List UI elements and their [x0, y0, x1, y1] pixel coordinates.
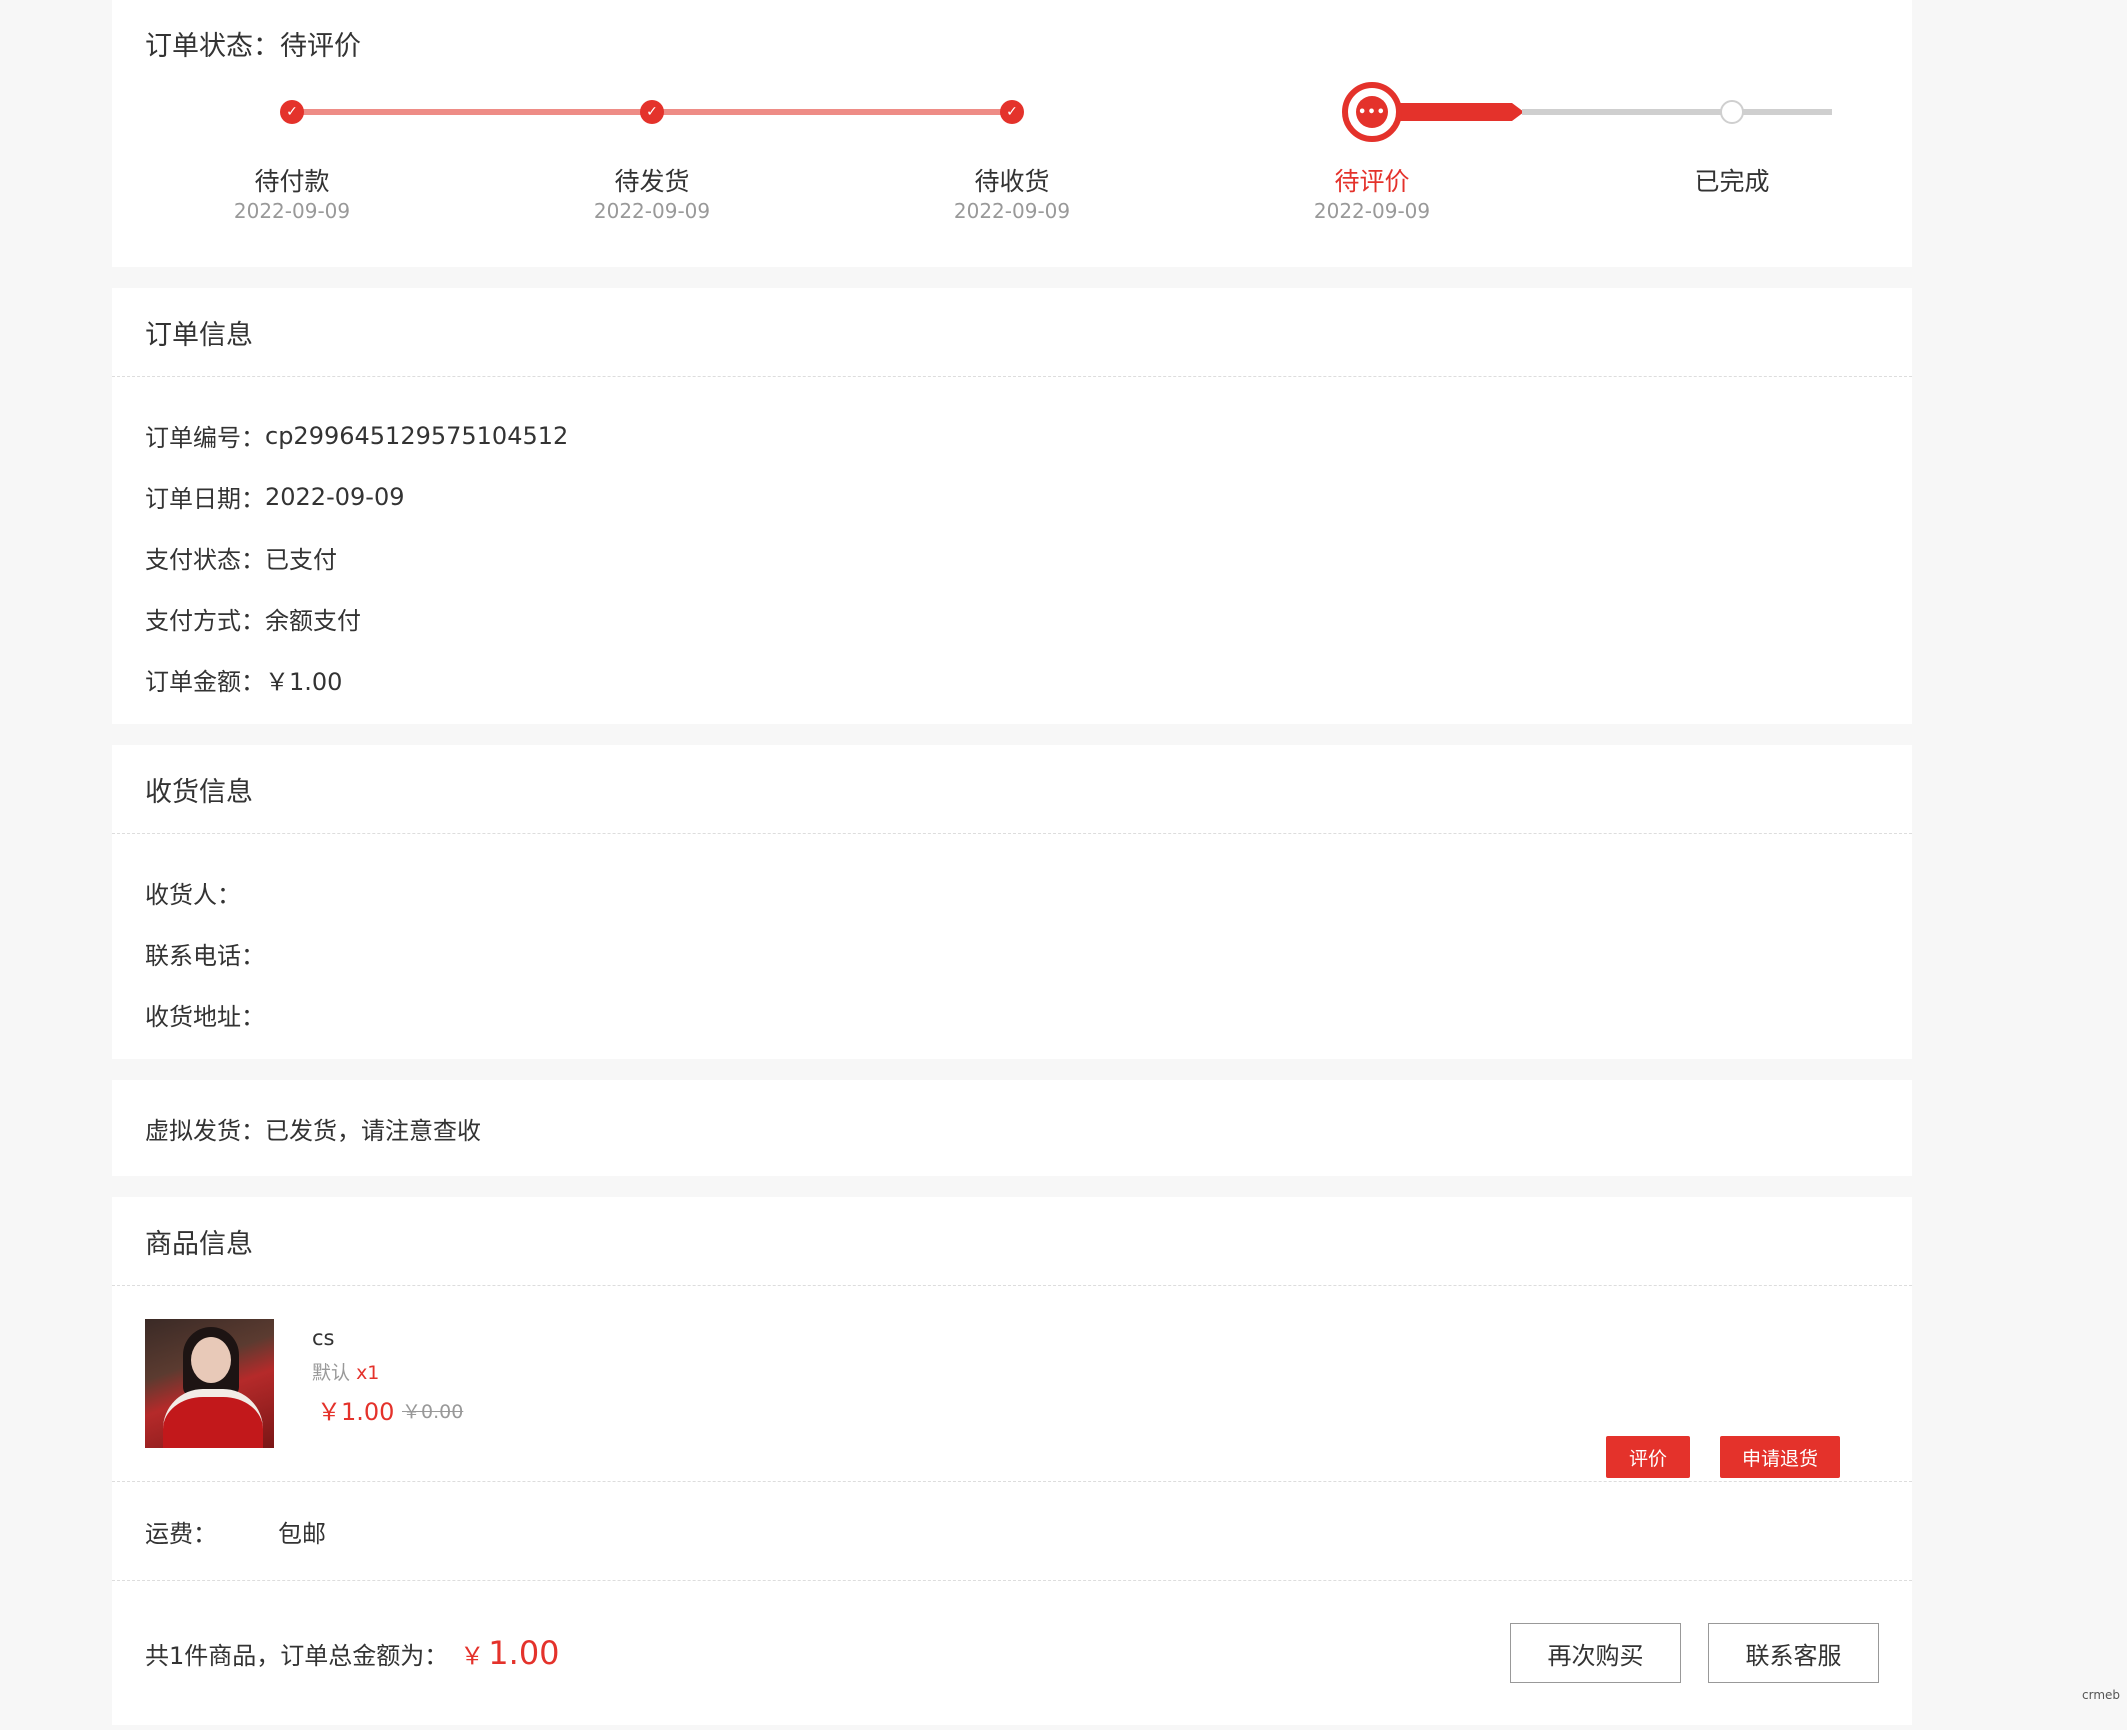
order-total-value: 1.00: [488, 1634, 560, 1672]
step-4-date: 2022-09-09: [1313, 199, 1431, 223]
product-row: cs 默认 x1 ￥1.00 ￥0.00 评价 申请退货: [112, 1286, 1912, 1482]
product-original-price: ￥0.00: [402, 1401, 464, 1423]
product-spec: 默认 x1: [312, 1358, 379, 1385]
product-name[interactable]: cs: [312, 1326, 335, 1350]
step-2-label: 待发货: [614, 167, 690, 196]
shipping-row: 运费： 包邮: [112, 1482, 1912, 1581]
product-qty: x1: [356, 1362, 380, 1384]
step-1-check-icon: ✓: [280, 100, 304, 124]
step-1-label: 待付款: [254, 167, 330, 196]
product-image[interactable]: [145, 1319, 274, 1448]
step-4-label: 待评价: [1334, 167, 1410, 196]
step-2-date: 2022-09-09: [593, 199, 711, 223]
virtual-delivery-card: 虚拟发货： 已发货，请注意查收: [112, 1080, 1912, 1176]
virtual-delivery-value: 已发货，请注意查收: [265, 1116, 481, 1145]
order-amount-value: ￥1.00: [265, 668, 343, 696]
order-status-card: 订单状态：待评价 ✓ ✓ ✓ ••• 待付款 2022-09-09 待发货 20…: [112, 0, 1912, 267]
order-progress: ✓ ✓ ✓ ••• 待付款 2022-09-09 待发货 2022-09-09 …: [112, 0, 1912, 267]
order-info-card: 订单信息 订单编号： cp299645129575104512 订单日期： 20…: [112, 288, 1912, 724]
address-label: 收货地址：: [145, 1003, 265, 1031]
address-row: 收货地址：: [145, 984, 1879, 1045]
rebuy-button[interactable]: 再次购买: [1510, 1623, 1681, 1683]
order-number-label: 订单编号：: [145, 424, 265, 452]
phone-label: 联系电话：: [145, 942, 265, 970]
shipping-label: 运费：: [145, 1519, 217, 1548]
step-3-date: 2022-09-09: [953, 199, 1071, 223]
step-5-label: 已完成: [1694, 167, 1770, 196]
goods-info-heading: 商品信息: [112, 1197, 1912, 1286]
order-total-amount: ￥ 1.00: [460, 1634, 559, 1672]
product-price: ￥1.00: [317, 1398, 395, 1426]
step-1-date: 2022-09-09: [233, 199, 351, 223]
step-3-check-icon: ✓: [1000, 100, 1024, 124]
step-5-pending-icon: [1720, 100, 1744, 124]
order-number-row: 订单编号： cp299645129575104512: [145, 405, 1879, 466]
shipping-value: 包邮: [278, 1519, 326, 1548]
receiver-row: 收货人：: [145, 862, 1879, 923]
refund-button[interactable]: 申请退货: [1720, 1436, 1840, 1478]
order-date-row: 订单日期： 2022-09-09: [145, 466, 1879, 527]
delivery-info-heading: 收货信息: [112, 745, 1912, 834]
pay-method-row: 支付方式： 余额支付: [145, 588, 1879, 649]
step-4-comment-icon: •••: [1342, 82, 1402, 142]
contact-service-button[interactable]: 联系客服: [1708, 1623, 1879, 1683]
order-amount-label: 订单金额：: [145, 668, 265, 696]
step-3-label: 待收货: [974, 167, 1050, 196]
receiver-label: 收货人：: [145, 881, 241, 909]
product-spec-value: 默认: [312, 1362, 351, 1384]
pay-status-value: 已支付: [265, 546, 337, 574]
phone-row: 联系电话：: [145, 923, 1879, 984]
order-info-heading: 订单信息: [112, 288, 1912, 377]
pay-method-value: 余额支付: [265, 607, 361, 635]
order-date-value: 2022-09-09: [265, 482, 405, 511]
progress-line-pending: [1522, 109, 1832, 115]
virtual-delivery-label: 虚拟发货：: [145, 1116, 265, 1145]
step-2-check-icon: ✓: [640, 100, 664, 124]
order-total-label: 共1件商品，订单总金额为：: [145, 1641, 449, 1670]
order-number-value: cp299645129575104512: [265, 421, 569, 450]
delivery-info-card: 收货信息 收货人： 联系电话： 收货地址：: [112, 745, 1912, 1059]
order-total-currency: ￥: [460, 1642, 485, 1670]
order-amount-row: 订单金额： ￥1.00: [145, 649, 1879, 710]
watermark: crmeb: [2082, 1688, 2121, 1702]
goods-info-card: 商品信息 cs 默认 x1 ￥1.00 ￥0.00 评价 申请退货 运费： 包邮…: [112, 1197, 1912, 1725]
pay-status-row: 支付状态： 已支付: [145, 527, 1879, 588]
order-total-row: 共1件商品，订单总金额为： ￥ 1.00 再次购买 联系客服: [112, 1581, 1912, 1725]
review-button[interactable]: 评价: [1606, 1436, 1690, 1478]
pay-status-label: 支付状态：: [145, 546, 265, 574]
order-date-label: 订单日期：: [145, 485, 265, 513]
pay-method-label: 支付方式：: [145, 607, 265, 635]
